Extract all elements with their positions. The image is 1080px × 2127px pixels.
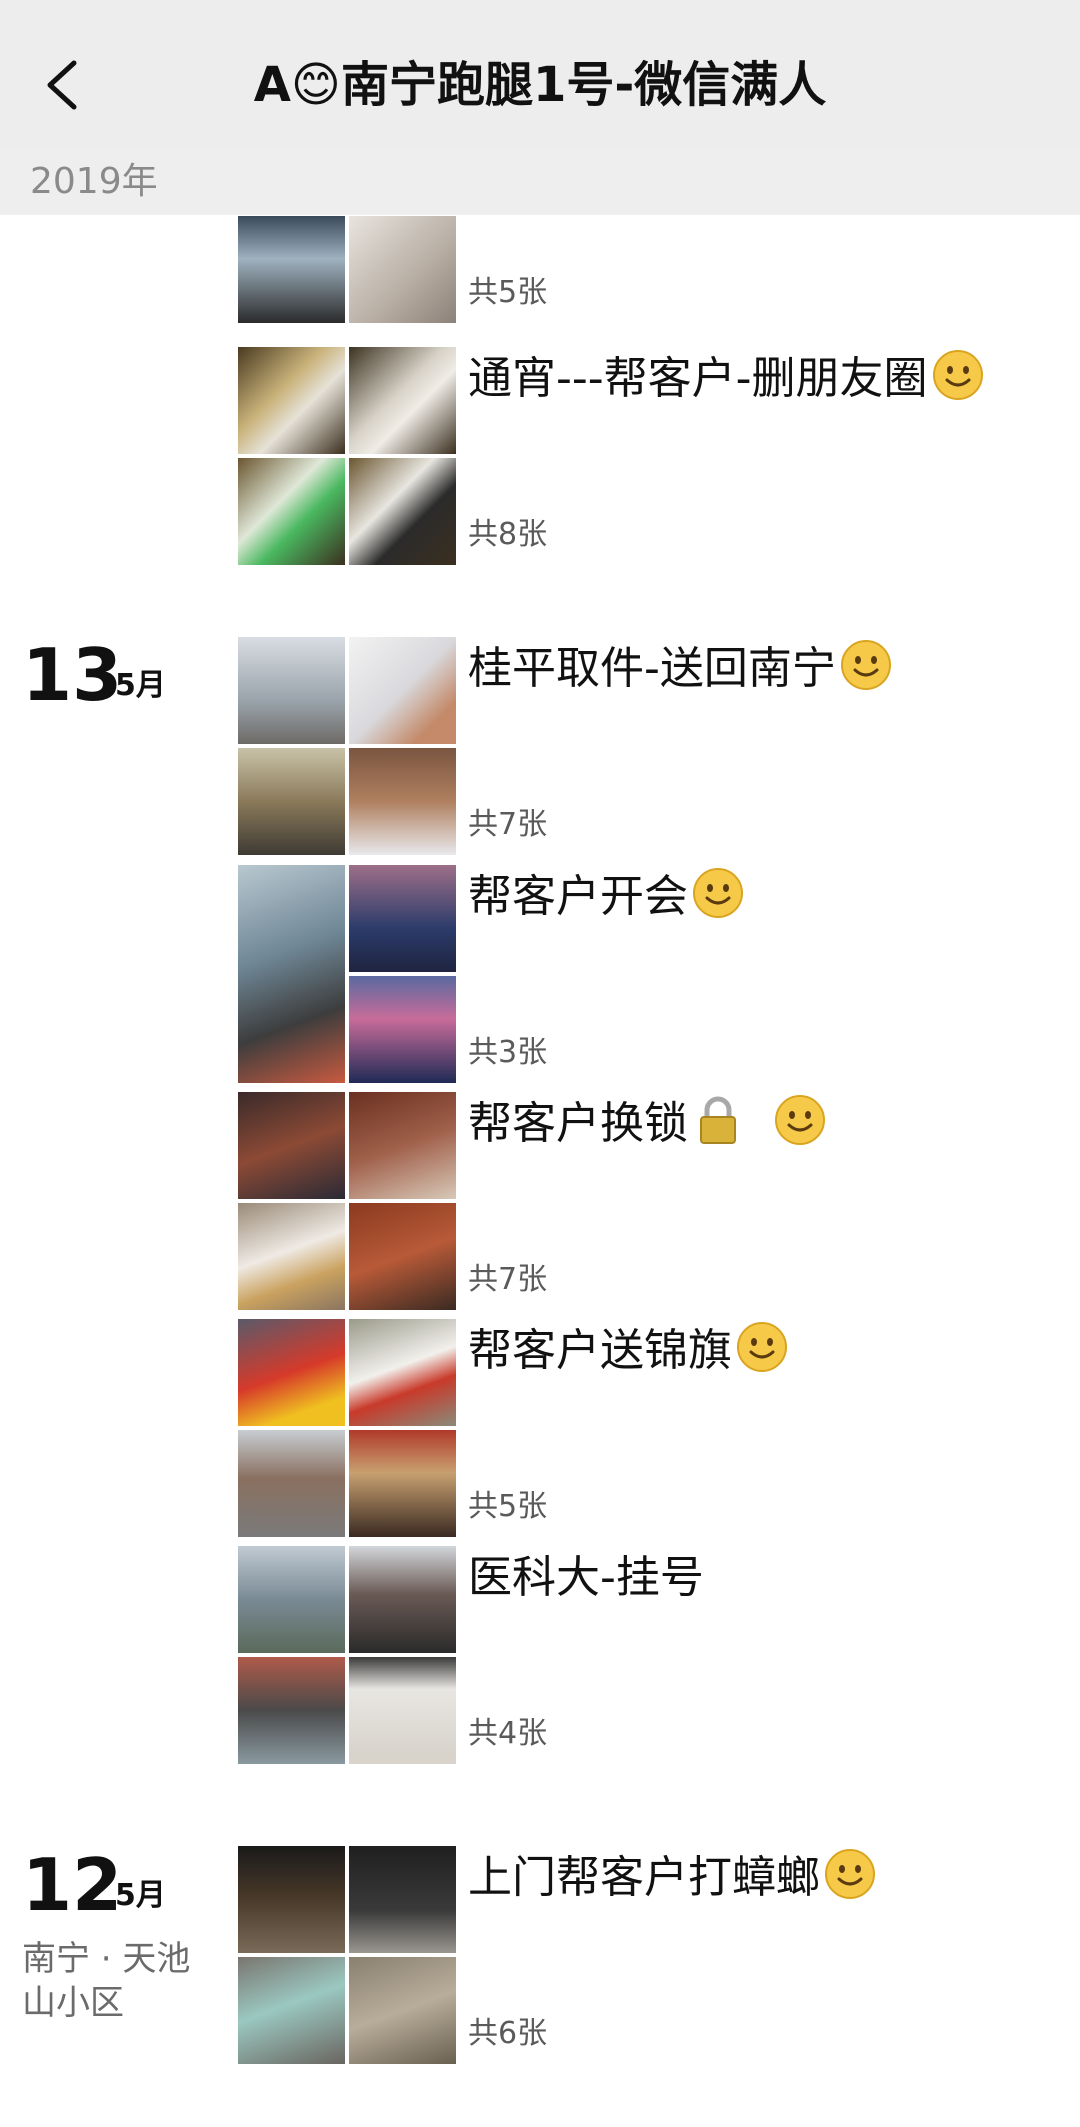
photo-count: 共5张	[468, 275, 548, 310]
photo-thumbnail[interactable]	[349, 637, 456, 744]
smile-emoji-icon	[825, 1849, 875, 1899]
caption-text: 通宵---帮客户-删朋友圈	[468, 353, 928, 404]
caption-text: 桂平取件-送回南宁	[468, 643, 836, 694]
photo-count: 共6张	[468, 2016, 548, 2051]
photo-thumbnail[interactable]	[349, 347, 456, 454]
year-header: 2019年	[0, 150, 1080, 215]
page-title: A😊南宁跑腿1号-微信满人	[0, 55, 1080, 115]
smile-emoji-icon	[775, 1095, 825, 1145]
post-caption: 帮客户开会	[468, 867, 744, 927]
navigation-bar: A😊南宁跑腿1号-微信满人	[0, 0, 1080, 150]
photo-thumbnail[interactable]	[238, 1319, 345, 1426]
photo-grid[interactable]	[238, 637, 456, 855]
photo-count: 共7张	[468, 1262, 548, 1297]
caption-text: 上门帮客户打蟑螂	[468, 1852, 820, 1903]
photo-thumbnail[interactable]	[238, 748, 345, 855]
post-caption: 通宵---帮客户-删朋友圈	[468, 349, 984, 409]
photo-grid[interactable]	[238, 215, 456, 323]
photo-count: 共3张	[468, 1035, 548, 1070]
post-caption: 上门帮客户打蟑螂	[468, 1848, 876, 1908]
photo-thumbnail[interactable]	[238, 637, 345, 744]
date-day: 12	[22, 1843, 123, 1927]
photo-thumbnail[interactable]	[349, 1203, 456, 1310]
date-month: 5月	[115, 668, 166, 703]
photo-thumbnail[interactable]	[349, 458, 456, 565]
photo-thumbnail[interactable]	[238, 458, 345, 565]
post-caption: 医科大-挂号	[468, 1548, 704, 1608]
photo-thumbnail[interactable]	[238, 1430, 345, 1537]
smile-emoji-icon	[840, 640, 891, 690]
post-entry[interactable]: 共5张	[238, 215, 1058, 323]
title-emoji: 😊	[290, 57, 341, 113]
photo-thumbnail[interactable]	[349, 748, 456, 855]
photo-thumbnail[interactable]	[349, 865, 456, 972]
date-month: 5月	[115, 1878, 166, 1913]
lock-emoji-icon	[700, 1096, 736, 1144]
smile-emoji-icon	[932, 350, 983, 400]
photo-thumbnail[interactable]	[349, 1846, 456, 1953]
photo-grid[interactable]	[238, 1092, 456, 1310]
caption-text: 帮客户换锁	[468, 1098, 688, 1149]
photo-thumbnail[interactable]	[238, 216, 345, 323]
post-entry[interactable]: 帮客户送锦旗 共5张	[238, 1319, 1058, 1537]
photo-thumbnail[interactable]	[238, 347, 345, 454]
photo-thumbnail[interactable]	[238, 1546, 345, 1653]
photo-grid[interactable]	[238, 347, 456, 565]
photo-count: 共7张	[468, 807, 548, 842]
post-entry[interactable]: 医科大-挂号 共4张	[238, 1546, 1058, 1764]
photo-thumbnail[interactable]	[349, 1957, 456, 2064]
photo-thumbnail[interactable]	[349, 976, 456, 1083]
photo-thumbnail[interactable]	[238, 1657, 345, 1764]
photo-thumbnail[interactable]	[349, 1657, 456, 1764]
smile-emoji-icon	[693, 868, 743, 918]
post-entry[interactable]: 上门帮客户打蟑螂 共6张	[238, 1846, 1058, 2064]
photo-grid[interactable]	[238, 1546, 456, 1764]
caption-text: 帮客户开会	[468, 871, 688, 922]
photo-thumbnail[interactable]	[238, 1092, 345, 1199]
photo-thumbnail[interactable]	[238, 1957, 345, 2064]
photo-grid[interactable]	[238, 865, 456, 1083]
title-prefix: A	[253, 57, 291, 113]
photo-thumbnail[interactable]	[349, 216, 456, 323]
post-entry[interactable]: 帮客户开会 共3张	[238, 865, 1058, 1083]
post-entry[interactable]: 帮客户换锁 共7张	[238, 1092, 1058, 1310]
photo-thumbnail[interactable]	[349, 1092, 456, 1199]
photo-thumbnail[interactable]	[238, 865, 345, 1083]
moments-feed[interactable]: 13 5月 12 5月 南宁 · 天池山小区 共5张 通宵---帮客户-删朋友圈…	[0, 215, 1080, 2127]
photo-count: 共8张	[468, 517, 548, 552]
post-location: 南宁 · 天池山小区	[22, 1939, 191, 2023]
post-caption: 帮客户换锁	[468, 1094, 826, 1154]
year-label: 2019年	[30, 161, 158, 202]
post-entry[interactable]: 通宵---帮客户-删朋友圈 共8张	[238, 347, 1058, 565]
photo-grid[interactable]	[238, 1319, 456, 1537]
post-entry[interactable]: 桂平取件-送回南宁 共7张	[238, 637, 1058, 855]
photo-thumbnail[interactable]	[349, 1319, 456, 1426]
title-main: 南宁跑腿1号-微信满人	[340, 57, 827, 113]
photo-grid[interactable]	[238, 1846, 456, 2064]
photo-count: 共5张	[468, 1489, 548, 1524]
photo-thumbnail[interactable]	[349, 1430, 456, 1537]
caption-text: 帮客户送锦旗	[468, 1325, 732, 1376]
photo-thumbnail[interactable]	[238, 1846, 345, 1953]
photo-count: 共4张	[468, 1716, 548, 1751]
photo-thumbnail[interactable]	[238, 1203, 345, 1310]
smile-emoji-icon	[737, 1322, 787, 1372]
caption-text: 医科大-挂号	[468, 1552, 704, 1603]
date-day: 13	[22, 633, 123, 717]
post-caption: 帮客户送锦旗	[468, 1321, 788, 1381]
photo-thumbnail[interactable]	[349, 1546, 456, 1653]
post-caption: 桂平取件-送回南宁	[468, 639, 892, 699]
